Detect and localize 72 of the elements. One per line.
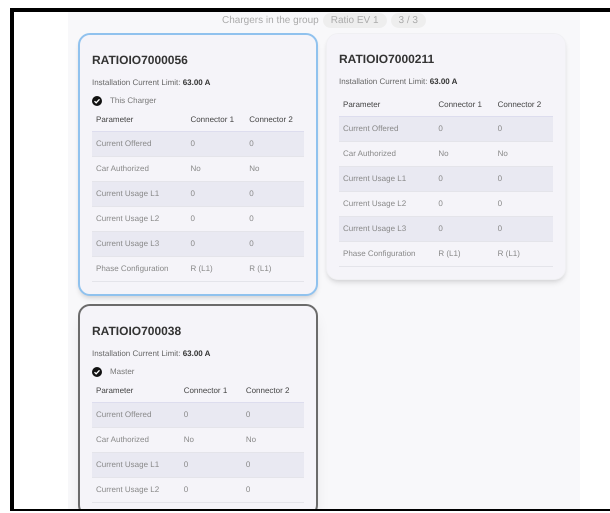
charger-card[interactable]: RATIOIO700038 Installation Current Limit: 63.00 A Master Parameter Connector 1 Connector 2 Current Offered 0 0 Car Authorized No No Current Usage L1 0 0 Current Usage L2 0 0 [78, 304, 318, 509]
table-cell: 0 [186, 182, 246, 206]
group-name-chip: Ratio EV 1 [322, 13, 387, 28]
table-cell: Phase Configuration [92, 256, 186, 282]
table-cell: Current Usage L2 [92, 206, 186, 232]
table-cell: Current Offered [339, 116, 434, 142]
badge-label: Master [110, 366, 134, 378]
column-header: Connector 2 [245, 109, 304, 132]
charger-title: RATIOIO700038 [92, 323, 182, 340]
table-cell: No [180, 428, 242, 452]
column-header: Parameter [92, 380, 180, 402]
table-cell: No [494, 142, 553, 166]
table-cell: 0 [186, 206, 246, 232]
table-cell: Current Usage L2 [92, 478, 180, 502]
table-cell: Current Usage L2 [339, 192, 434, 216]
table-cell: Current Usage L1 [92, 452, 180, 478]
current-limit-text: Installation Current Limit: 63.00 A [339, 76, 458, 88]
table-cell: 0 [186, 132, 246, 156]
table-cell: 0 [494, 192, 553, 216]
table-cell: 0 [245, 206, 304, 232]
column-header: Connector 1 [180, 380, 242, 402]
table-cell: 0 [494, 166, 553, 192]
table-cell: 0 [245, 182, 304, 206]
badge-label: This Charger [110, 95, 156, 107]
check-circle-icon [92, 367, 102, 377]
table-cell: 0 [434, 216, 494, 242]
charger-card[interactable] [78, 33, 318, 296]
current-limit-text: Installation Current Limit: 63.00 A [92, 348, 212, 360]
table-cell: Phase Configuration [339, 242, 434, 266]
table-cell: Car Authorized [92, 156, 186, 182]
group-label: Chargers in the group [222, 14, 319, 28]
table-cell: 0 [242, 402, 304, 428]
charger-title: RATIOIO7000211 [339, 51, 436, 68]
table-cell: No [186, 156, 246, 182]
table-cell: 0 [434, 192, 494, 216]
table-cell: 0 [180, 402, 242, 428]
count-chip: 3 / 3 [390, 13, 426, 28]
table-cell: 0 [494, 116, 553, 142]
table-cell: 0 [245, 232, 304, 256]
table-cell: 0 [245, 132, 304, 156]
table-cell: 0 [242, 452, 304, 478]
table-cell: Current Usage L3 [339, 216, 434, 242]
table-cell: 0 [180, 452, 242, 478]
column-header: Parameter [92, 109, 186, 132]
table-cell: No [242, 428, 304, 452]
column-header: Connector 2 [242, 380, 304, 402]
table-cell: R (L1) [186, 256, 246, 282]
table-cell: R (L1) [245, 256, 304, 282]
table-cell: 0 [186, 232, 246, 256]
table-cell: No [434, 142, 494, 166]
table-cell: Current Usage L3 [92, 232, 186, 256]
table-cell: Car Authorized [339, 142, 434, 166]
column-header: Parameter [339, 94, 434, 116]
table-cell: 0 [180, 478, 242, 502]
column-header: Connector 1 [434, 94, 494, 116]
current-limit-text: Installation Current Limit: 63.00 A [92, 77, 212, 89]
table-cell: Car Authorized [92, 428, 180, 452]
table-cell: Current Offered [92, 402, 180, 428]
table-cell: Current Offered [92, 132, 186, 156]
table-cell: 0 [242, 478, 304, 502]
table-cell: R (L1) [434, 242, 494, 266]
table-cell: Current Usage L1 [339, 166, 434, 192]
table-cell: R (L1) [494, 242, 553, 266]
charger-title: RATIOIO7000056 [92, 52, 189, 69]
column-header: Connector 1 [186, 109, 246, 132]
column-header: Connector 2 [494, 94, 553, 116]
table-cell: Current Usage L1 [92, 182, 186, 206]
table-cell: No [245, 156, 304, 182]
table-cell: 0 [434, 116, 494, 142]
check-circle-icon [92, 96, 102, 106]
table-cell: 0 [434, 166, 494, 192]
table-cell: 0 [494, 216, 553, 242]
